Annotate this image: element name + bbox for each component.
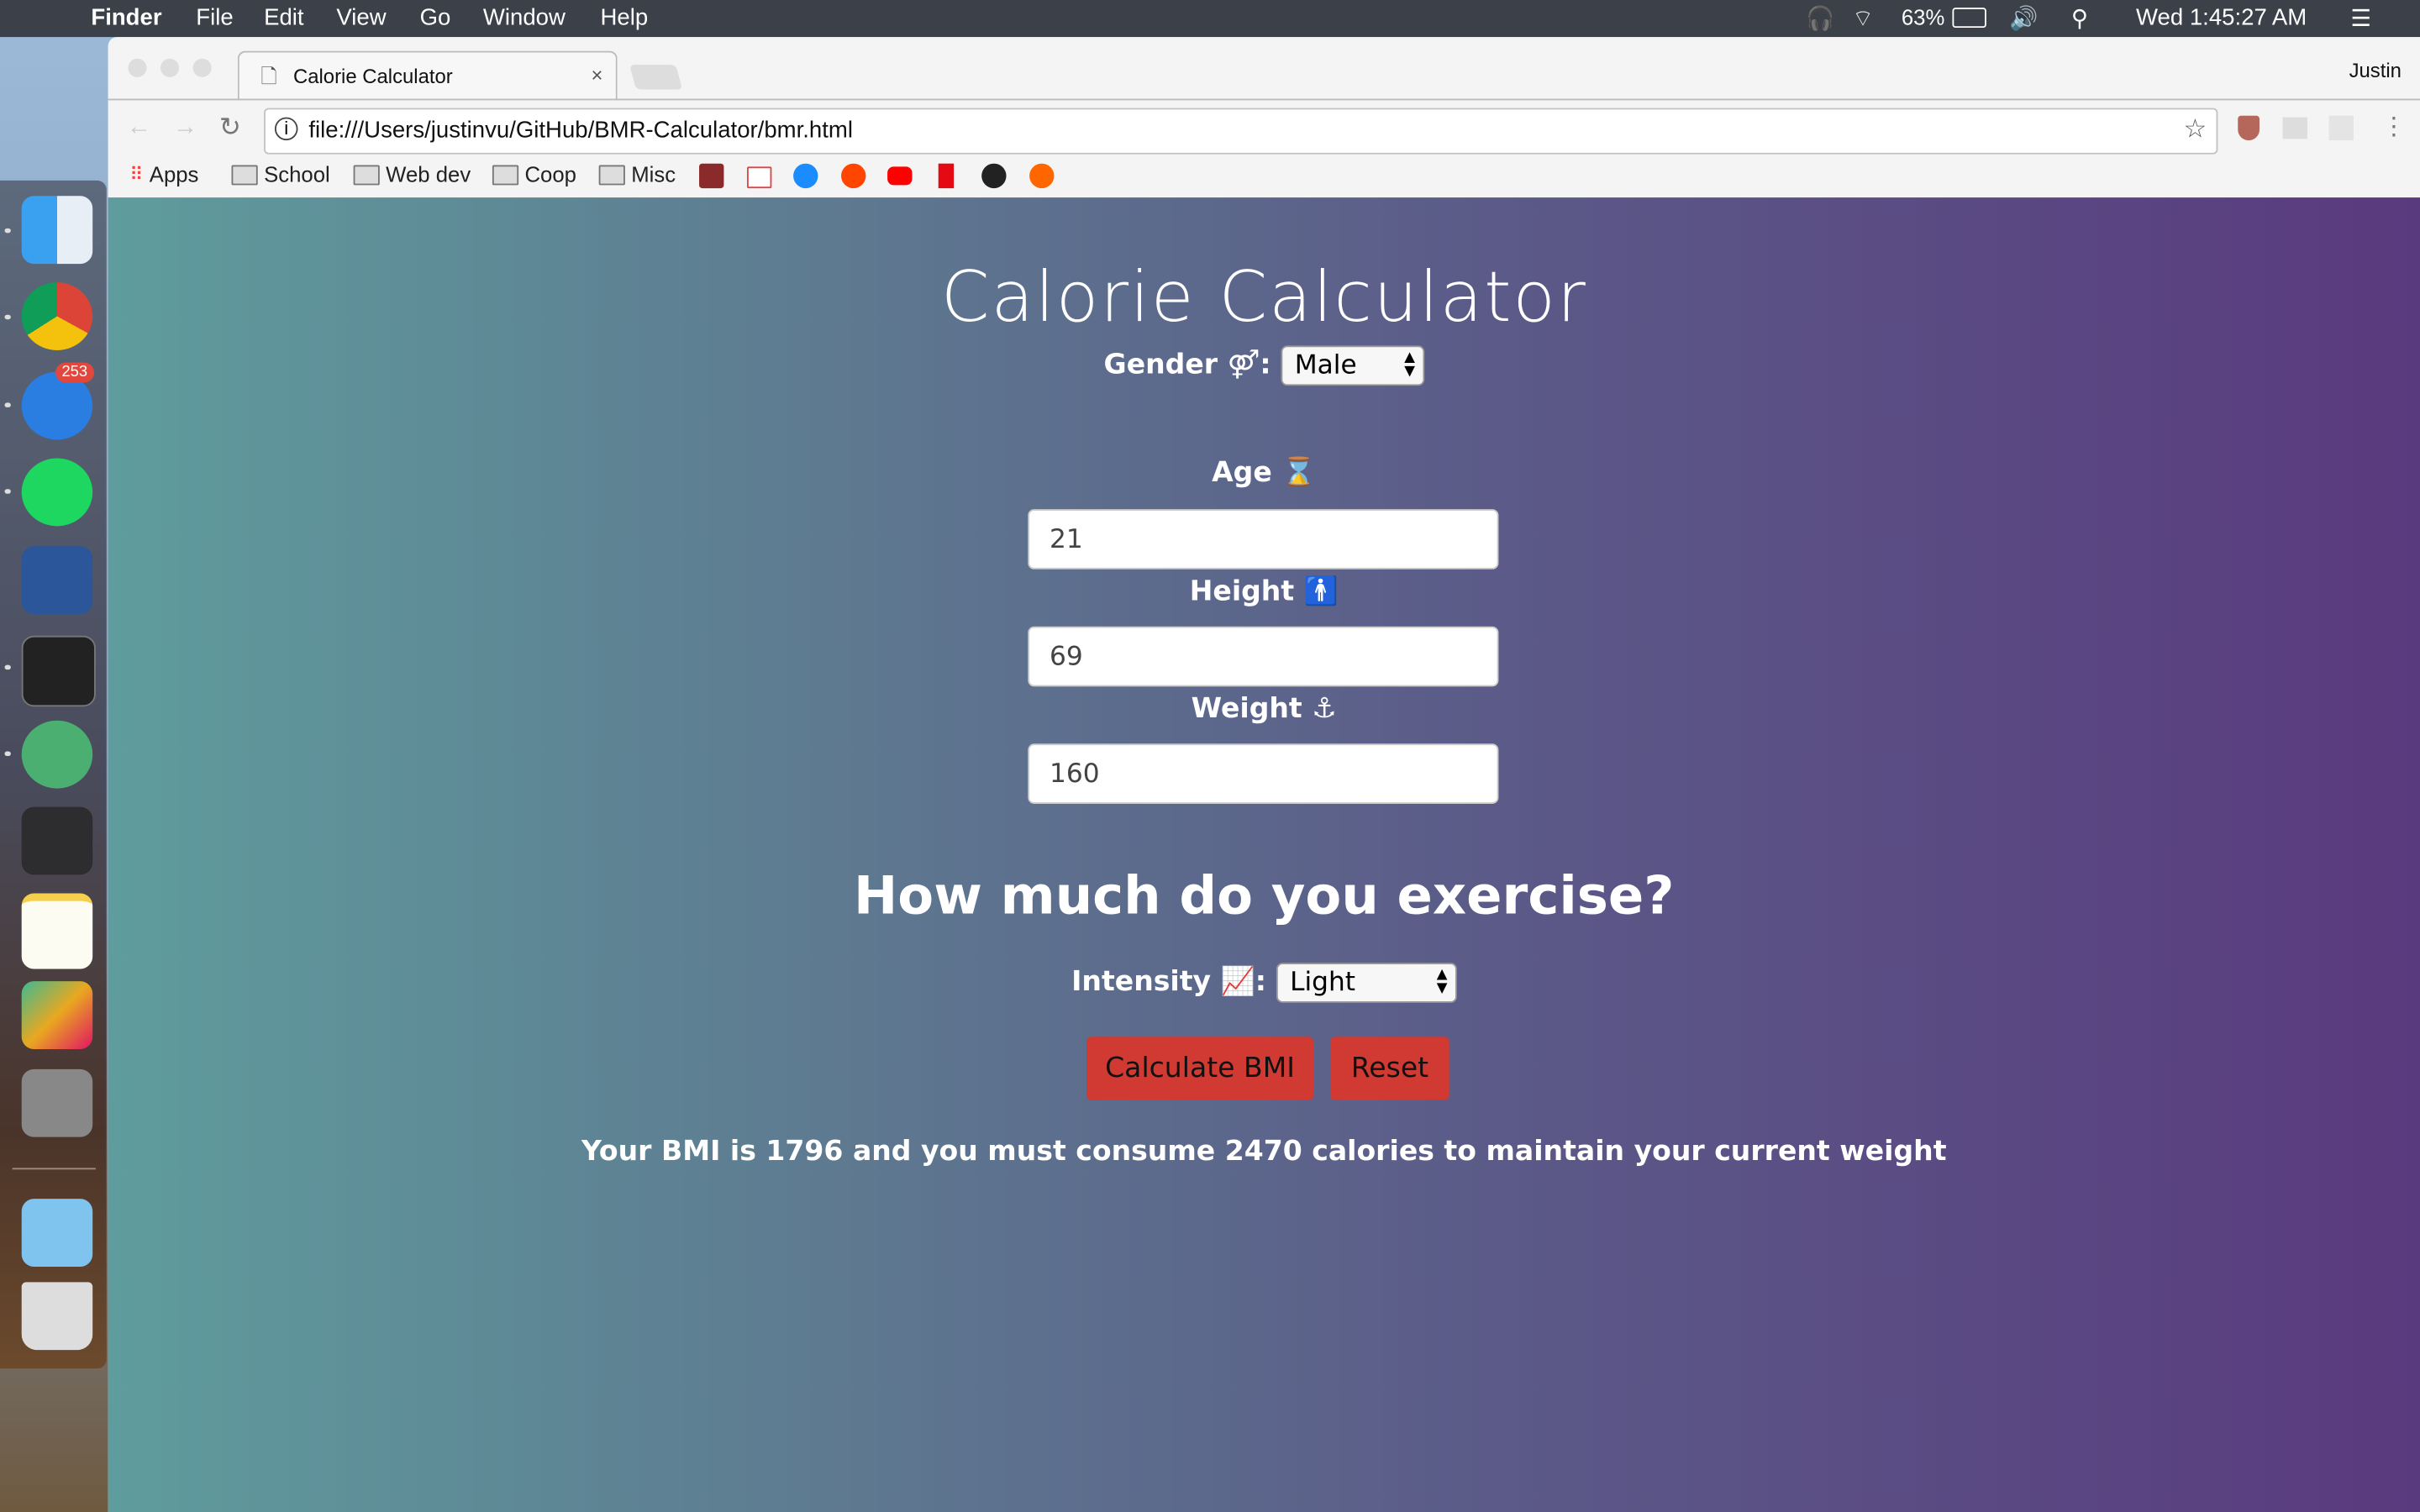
close-window-button[interactable] <box>128 58 147 77</box>
bookmark-coop[interactable]: Coop <box>492 162 576 186</box>
sun-bookmark-icon[interactable] <box>1029 163 1055 189</box>
slack-icon[interactable] <box>21 981 93 1049</box>
folder-icon <box>353 164 380 185</box>
volume-icon[interactable]: 🔊 <box>2009 5 2038 32</box>
atom-icon[interactable] <box>21 720 93 789</box>
css-extension-icon[interactable] <box>2282 117 2307 139</box>
menu-go[interactable]: Go <box>420 5 451 31</box>
folder-icon <box>598 164 625 185</box>
bookmark-label: Apps <box>149 161 199 187</box>
bookmark-star-icon[interactable]: ☆ <box>2184 114 2207 145</box>
bookmark-label: Web dev <box>386 161 471 187</box>
page-icon: 🗋 <box>260 65 277 88</box>
system-preferences-icon[interactable] <box>21 1068 93 1137</box>
react-extension-icon[interactable] <box>2328 115 2354 141</box>
clock[interactable]: Wed 1:45:27 AM <box>2136 5 2307 31</box>
bookmark-label: Coop <box>524 161 576 187</box>
intensity-row: Intensity 📈: Light ▲ ▼ <box>108 963 2420 1003</box>
bookmark-web-dev[interactable]: Web dev <box>353 161 471 187</box>
vscode-icon[interactable] <box>21 806 93 875</box>
notes-icon[interactable] <box>21 893 93 969</box>
downloads-folder-icon[interactable] <box>21 1199 93 1267</box>
gender-label: Gender ⚤: <box>1103 349 1271 381</box>
folder-icon <box>492 164 519 185</box>
gender-select[interactable]: Male ▲ ▼ <box>1281 345 1424 386</box>
bookmark-label: School <box>264 161 330 187</box>
headphones-icon[interactable]: 🎧 <box>1806 5 1834 32</box>
weight-label: Weight ⚓ <box>1191 692 1337 726</box>
height-label: Height 🚹 <box>1189 575 1339 608</box>
apps-grid-icon: ⠿ <box>129 163 144 186</box>
dock: 253 <box>0 180 107 1369</box>
page-content: Calorie Calculator Gender ⚤: Male ▲ ▼ Age … <box>108 197 2420 1512</box>
mail-badge: 253 <box>55 362 94 383</box>
battery-icon[interactable] <box>1952 8 1986 29</box>
minimize-window-button[interactable] <box>160 58 180 77</box>
trash-icon[interactable] <box>21 1282 93 1351</box>
page-title: Calorie Calculator <box>940 255 1587 339</box>
ublock-extension-icon[interactable] <box>2238 115 2260 141</box>
gender-row: Gender ⚤: Male ▲ ▼ <box>108 345 2420 386</box>
desktop: Finder File Edit View Go Window Help 🎧 ⌔… <box>0 0 2420 1512</box>
finder-icon[interactable] <box>21 196 93 265</box>
reload-icon[interactable]: ↻ <box>219 113 241 144</box>
intensity-selected-value: Light <box>1290 967 1356 999</box>
bookmark-misc[interactable]: Misc <box>598 161 676 187</box>
intensity-select[interactable]: Light ▲ ▼ <box>1276 963 1457 1003</box>
menu-app-name[interactable]: Finder <box>91 5 161 31</box>
reddit-bookmark-icon[interactable] <box>841 163 866 189</box>
word-icon[interactable] <box>21 546 93 615</box>
select-arrows-icon: ▲ ▼ <box>1436 967 1448 997</box>
menu-help[interactable]: Help <box>600 5 648 31</box>
reset-button[interactable]: Reset <box>1330 1037 1449 1100</box>
menu-file[interactable]: File <box>196 5 233 31</box>
calculate-bmi-button[interactable]: Calculate BMI <box>1086 1037 1314 1100</box>
profile-name[interactable]: Justin <box>2349 59 2402 82</box>
menubar: Finder File Edit View Go Window Help 🎧 ⌔… <box>0 0 2420 38</box>
info-icon[interactable]: i <box>274 117 298 141</box>
menu-kebab-icon[interactable]: ⋮ <box>2381 111 2406 142</box>
youtube-bookmark-icon[interactable] <box>887 166 913 186</box>
exercise-heading: How much do you exercise? <box>854 865 1675 927</box>
wifi-icon[interactable]: ⌔ <box>1852 5 1874 34</box>
close-tab-icon[interactable]: × <box>591 63 602 87</box>
bookmark-label: Misc <box>631 161 676 187</box>
intensity-label: Intensity 📈: <box>1071 965 1267 999</box>
browser-window: 🗋 Calorie Calculator × Justin ← → ↻ i fi… <box>108 37 2420 1512</box>
messenger-bookmark-icon[interactable] <box>793 163 818 189</box>
menu-view[interactable]: View <box>336 5 386 31</box>
menu-window[interactable]: Window <box>483 5 566 31</box>
weight-input[interactable]: 160 <box>1028 743 1499 804</box>
new-tab-button[interactable] <box>629 65 683 90</box>
zoom-window-button[interactable] <box>192 58 212 77</box>
crest-bookmark-icon[interactable] <box>699 163 724 189</box>
spotlight-search-icon[interactable]: ⚲ <box>2071 5 2088 32</box>
bookmark-school[interactable]: School <box>231 161 330 187</box>
netflix-bookmark-icon[interactable] <box>938 163 955 189</box>
menu-edit[interactable]: Edit <box>264 5 303 31</box>
github-bookmark-icon[interactable] <box>981 163 1007 189</box>
tab-calorie-calculator[interactable]: 🗋 Calorie Calculator × <box>237 50 618 101</box>
chrome-icon[interactable] <box>21 282 93 350</box>
tab-title: Calorie Calculator <box>292 65 453 88</box>
bookmark-apps[interactable]: ⠿ Apps <box>129 162 198 186</box>
back-icon[interactable]: ← <box>127 114 151 142</box>
terminal-icon[interactable] <box>21 635 96 707</box>
url-text[interactable]: file:///Users/justinvu/GitHub/BMR-Calcul… <box>308 118 853 144</box>
age-input[interactable]: 21 <box>1028 509 1499 570</box>
age-label: Age ⌛ <box>1212 456 1317 490</box>
height-input[interactable]: 69 <box>1028 626 1499 687</box>
battery-percent: 63% <box>1901 4 1945 29</box>
spotify-icon[interactable] <box>21 458 93 527</box>
result-text: Your BMI is 1796 and you must consume 24… <box>581 1135 1947 1168</box>
notification-center-icon[interactable]: ☰ <box>2350 5 2371 32</box>
folder-icon <box>231 164 258 185</box>
select-arrows-icon: ▲ ▼ <box>1404 349 1415 380</box>
gmail-bookmark-icon[interactable] <box>746 166 772 189</box>
forward-icon[interactable]: → <box>173 114 197 142</box>
address-bar[interactable]: i file:///Users/justinvu/GitHub/BMR-Calc… <box>264 108 2218 155</box>
gender-selected-value: Male <box>1294 349 1357 381</box>
